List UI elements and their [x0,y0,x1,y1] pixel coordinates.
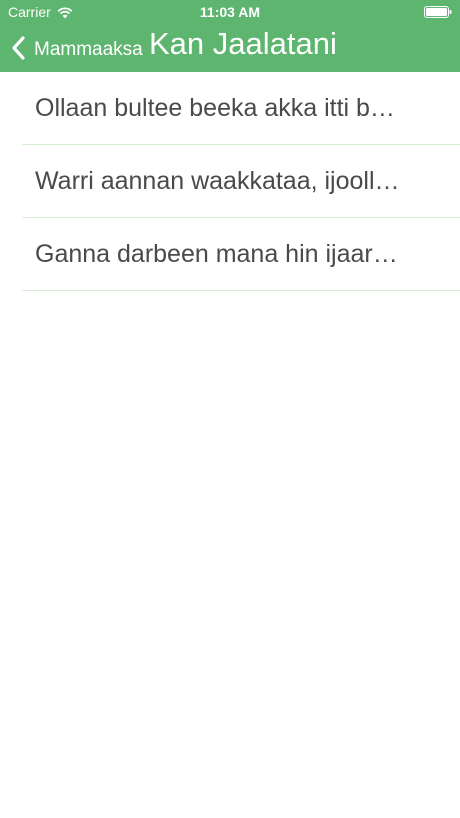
clock-time: 11:03 AM [199,4,261,20]
list-item-label: Ollaan bultee beeka akka itti b… [35,94,395,122]
navigation-bar: Mammaaksa Kan Jaalatani [0,24,460,72]
status-bar: Carrier 11:03 AM [0,0,460,24]
header: Carrier 11:03 AM Mammaaksa Kan Jaalatani [0,0,460,72]
content-list: Ollaan bultee beeka akka itti b… Warri a… [0,72,460,291]
list-item-label: Warri aannan waakkataa, ijooll… [35,167,400,195]
list-item-label: Ganna darbeen mana hin ijaar… [35,240,398,268]
battery-icon [424,5,452,18]
screen: Carrier 11:03 AM Mammaaksa Kan Jaalatani… [0,0,460,818]
back-button-label: Mammaaksa [34,39,143,60]
list-item[interactable]: Warri aannan waakkataa, ijooll… [22,145,460,218]
list-item[interactable]: Ollaan bultee beeka akka itti b… [22,72,460,145]
chevron-left-icon [10,35,26,61]
page-title: Kan Jaalatani [149,26,337,61]
back-button[interactable]: Mammaaksa [10,32,143,64]
list-item[interactable]: Ganna darbeen mana hin ijaar… [22,218,460,291]
